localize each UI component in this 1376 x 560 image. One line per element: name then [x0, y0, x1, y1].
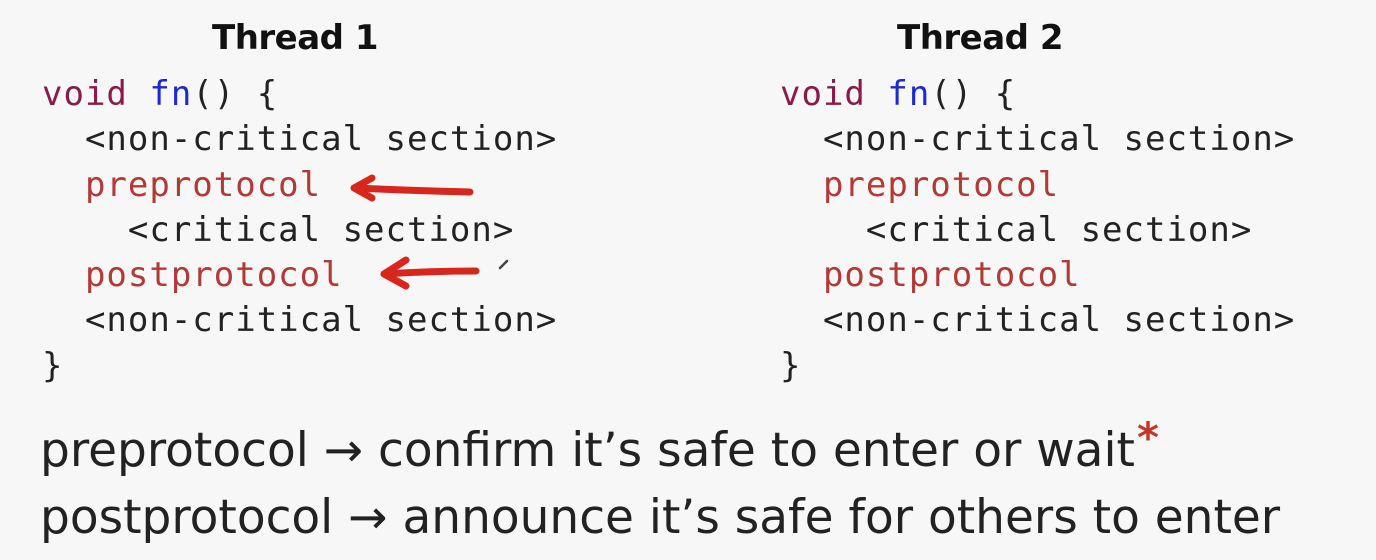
thread-1-code-block: void fn() { <non-critical section> prepr… — [42, 72, 557, 389]
preprotocol-explanation-text: preprotocol → confirm it’s safe to enter… — [40, 423, 1135, 478]
postprotocol-explanation: postprotocol → announce it’s safe for ot… — [40, 490, 1281, 545]
footnote-asterisk: * — [1136, 413, 1159, 462]
function-name: fn — [887, 74, 931, 114]
code-line-preprotocol: preprotocol — [42, 164, 322, 205]
code-line-critical: <critical section> — [780, 209, 1253, 250]
signature-rest: () { — [192, 74, 279, 114]
code-line-non-critical-2: <non-critical section> — [42, 300, 558, 341]
code-line-critical: <critical section> — [42, 209, 515, 250]
code-line-postprotocol: postprotocol — [780, 255, 1081, 296]
thread-2-code-block: void fn() { <non-critical section> prepr… — [780, 72, 1295, 389]
function-name: fn — [149, 74, 193, 114]
code-line-signature: void fn() { — [42, 72, 557, 117]
code-line-preprotocol: preprotocol — [780, 164, 1060, 205]
preprotocol-explanation: preprotocol → confirm it’s safe to enter… — [40, 408, 1159, 481]
keyword-void: void — [42, 74, 128, 114]
code-line-non-critical-2: <non-critical section> — [780, 300, 1296, 341]
signature-rest: () { — [930, 74, 1017, 114]
code-line-signature: void fn() { — [780, 72, 1295, 117]
thread-2-title: Thread 2 — [897, 18, 1064, 58]
code-line-close-brace: } — [42, 345, 64, 386]
code-line-non-critical-1: <non-critical section> — [42, 119, 558, 160]
keyword-void: void — [780, 74, 866, 114]
code-line-non-critical-1: <non-critical section> — [780, 119, 1296, 160]
code-line-postprotocol: postprotocol — [42, 255, 343, 296]
code-line-close-brace: } — [780, 345, 802, 386]
thread-1-title: Thread 1 — [212, 18, 379, 58]
